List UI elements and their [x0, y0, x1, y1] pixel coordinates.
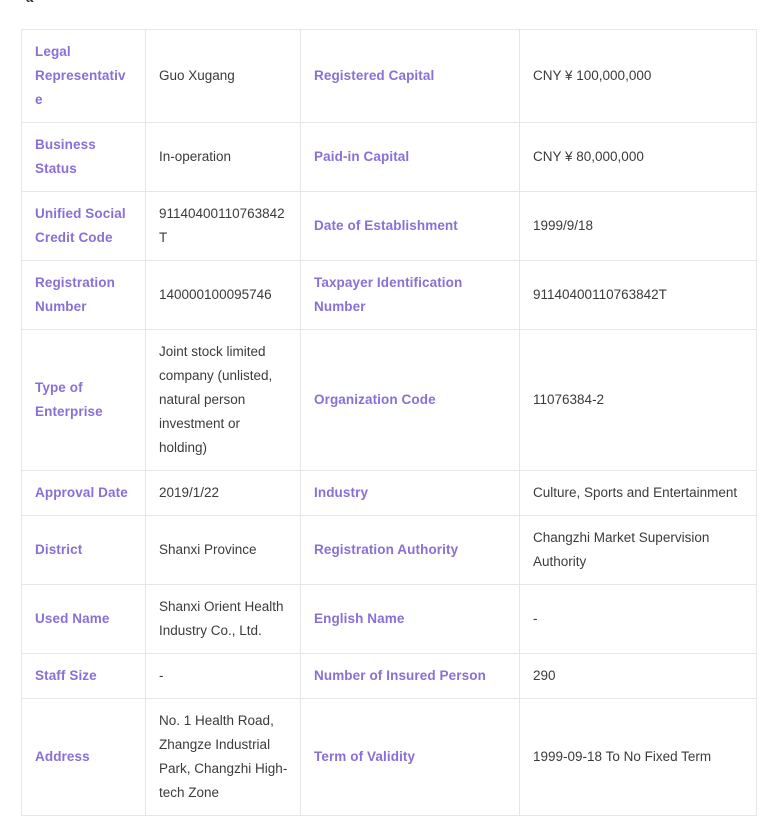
table-row: Registration Number 140000100095746 Taxp…	[21, 260, 757, 330]
field-value: -	[145, 653, 301, 699]
field-label: Term of Validity	[300, 698, 520, 816]
table-row: Address No. 1 Health Road, Zhangze Indus…	[21, 698, 757, 816]
table-row: Type of Enterprise Joint stock limited c…	[21, 329, 757, 471]
clipped-heading-fragment: a	[26, 0, 33, 5]
field-value: -	[519, 584, 757, 654]
field-label: Business Status	[21, 122, 146, 192]
field-label: Registered Capital	[300, 29, 520, 123]
field-label: Taxpayer Identification Number	[300, 260, 520, 330]
field-label: Approval Date	[21, 470, 146, 516]
table-row: District Shanxi Province Registration Au…	[21, 515, 757, 585]
field-label: Legal Representative	[21, 29, 146, 123]
field-value: 1999-09-18 To No Fixed Term	[519, 698, 757, 816]
field-label: Unified Social Credit Code	[21, 191, 146, 261]
field-label: Industry	[300, 470, 520, 516]
field-label: Number of Insured Person	[300, 653, 520, 699]
field-label: Registration Number	[21, 260, 146, 330]
field-label: District	[21, 515, 146, 585]
field-value: Joint stock limited company (unlisted, n…	[145, 329, 301, 471]
company-info-table-body: Legal Representative Guo Xugang Register…	[21, 29, 757, 816]
field-value: In-operation	[145, 122, 301, 192]
table-row: Staff Size - Number of Insured Person 29…	[21, 653, 757, 699]
field-value: 2019/1/22	[145, 470, 301, 516]
field-value: Shanxi Province	[145, 515, 301, 585]
table-row: Business Status In-operation Paid-in Cap…	[21, 122, 757, 192]
table-row: Legal Representative Guo Xugang Register…	[21, 29, 757, 123]
field-value: CNY ¥ 80,000,000	[519, 122, 757, 192]
field-label: Registration Authority	[300, 515, 520, 585]
table-row: Approval Date 2019/1/22 Industry Culture…	[21, 470, 757, 516]
field-label: Paid-in Capital	[300, 122, 520, 192]
field-value: 140000100095746	[145, 260, 301, 330]
field-label: Address	[21, 698, 146, 816]
field-value: CNY ¥ 100,000,000	[519, 29, 757, 123]
table-row: Used Name Shanxi Orient Health Industry …	[21, 584, 757, 654]
field-value: Culture, Sports and Entertainment	[519, 470, 757, 516]
table-row: Unified Social Credit Code 9114040011076…	[21, 191, 757, 261]
field-value: 11076384-2	[519, 329, 757, 471]
field-label: Organization Code	[300, 329, 520, 471]
company-info-panel: Legal Representative Guo Xugang Register…	[21, 29, 757, 816]
field-value: 91140400110763842T	[145, 191, 301, 261]
field-value: 91140400110763842T	[519, 260, 757, 330]
field-value: Changzhi Market Supervision Authority	[519, 515, 757, 585]
field-value: 290	[519, 653, 757, 699]
field-label: Used Name	[21, 584, 146, 654]
field-label: Staff Size	[21, 653, 146, 699]
company-info-table: Legal Representative Guo Xugang Register…	[21, 29, 757, 816]
field-label: English Name	[300, 584, 520, 654]
field-label: Date of Establishment	[300, 191, 520, 261]
field-label: Type of Enterprise	[21, 329, 146, 471]
field-value: Guo Xugang	[145, 29, 301, 123]
field-value: No. 1 Health Road, Zhangze Industrial Pa…	[145, 698, 301, 816]
field-value: Shanxi Orient Health Industry Co., Ltd.	[145, 584, 301, 654]
field-value: 1999/9/18	[519, 191, 757, 261]
